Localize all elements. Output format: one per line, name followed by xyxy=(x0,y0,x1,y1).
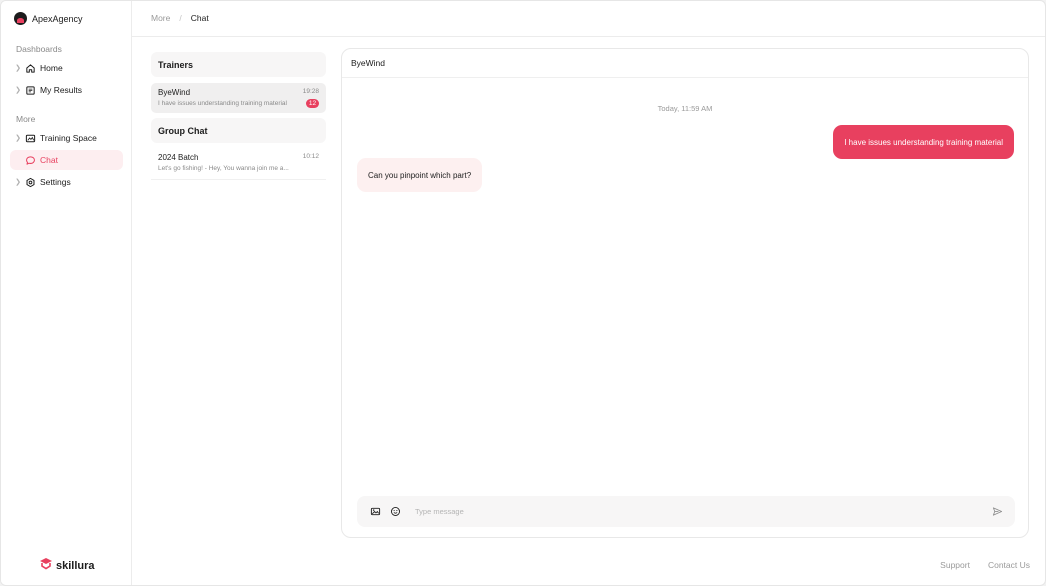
settings-icon xyxy=(24,176,36,188)
conversation-item[interactable]: ByeWind I have issues understanding trai… xyxy=(151,83,326,113)
sidebar-item-my-results[interactable]: ❯ My Results xyxy=(10,80,123,100)
message-incoming: Can you pinpoint which part? xyxy=(357,158,483,192)
divider xyxy=(151,179,326,180)
conversation-name: ByeWind xyxy=(158,88,191,97)
contact-us-link[interactable]: Contact Us xyxy=(988,560,1030,570)
conversation-item[interactable]: 2024 Batch Let's go fishing! - Hey, You … xyxy=(151,148,326,178)
app-window: ApexAgency Dashboards ❯ Home ❯ My Result… xyxy=(0,0,1046,586)
brand-logo-icon xyxy=(14,12,27,25)
sidebar-item-label: Training Space xyxy=(40,133,97,143)
chevron-right-icon: ❯ xyxy=(15,135,21,142)
results-icon xyxy=(24,84,36,96)
breadcrumb: More / Chat xyxy=(151,13,209,23)
chevron-right-icon: ❯ xyxy=(15,87,21,94)
sidebar-item-settings[interactable]: ❯ Settings xyxy=(10,172,123,192)
support-link[interactable]: Support xyxy=(940,560,970,570)
group-header-trainers: Trainers xyxy=(151,52,326,77)
unread-badge: 12 xyxy=(306,99,319,108)
group-header-group-chat: Group Chat xyxy=(151,118,326,143)
breadcrumb-current: Chat xyxy=(190,13,209,23)
brand[interactable]: ApexAgency xyxy=(14,12,83,25)
message-outgoing: I have issues understanding training mat… xyxy=(833,125,1014,159)
sidebar-item-chat[interactable]: ❯ Chat xyxy=(10,150,123,170)
skillura-logo-icon xyxy=(39,557,53,575)
emoji-icon[interactable] xyxy=(389,506,401,518)
sidebar-item-label: Home xyxy=(40,63,63,73)
sidebar-item-training-space[interactable]: ❯ Training Space xyxy=(10,128,123,148)
chat-panel: ByeWind Today, 11:59 AM I have issues un… xyxy=(341,48,1029,538)
chat-header: ByeWind xyxy=(342,49,1028,78)
conversation-preview: Let's go fishing! - Hey, You wanna join … xyxy=(158,165,289,172)
sidebar-item-home[interactable]: ❯ Home xyxy=(10,58,123,78)
breadcrumb-parent[interactable]: More xyxy=(151,13,170,23)
section-title-more: More xyxy=(16,114,36,124)
sidebar: ApexAgency Dashboards ❯ Home ❯ My Result… xyxy=(1,1,132,585)
image-icon[interactable] xyxy=(369,506,381,518)
sidebar-item-label: My Results xyxy=(40,85,83,95)
home-icon xyxy=(24,62,36,74)
section-title-dashboards: Dashboards xyxy=(16,44,62,54)
breadcrumb-separator: / xyxy=(179,13,182,23)
top-bar: More / Chat xyxy=(132,1,1045,37)
sidebar-item-label: Settings xyxy=(40,177,71,187)
footer-logo: skillura xyxy=(39,557,95,575)
chat-contact-name: ByeWind xyxy=(351,58,386,68)
message-composer xyxy=(357,496,1015,527)
message-input[interactable] xyxy=(415,507,991,516)
send-icon[interactable] xyxy=(991,506,1003,518)
training-icon xyxy=(24,132,36,144)
chat-icon xyxy=(24,154,36,166)
brand-name: ApexAgency xyxy=(32,13,83,24)
conversation-preview: I have issues understanding training mat… xyxy=(158,100,287,107)
conversation-time: 10:12 xyxy=(302,153,319,160)
conversation-time: 19:28 xyxy=(302,88,319,95)
sidebar-item-label: Chat xyxy=(40,155,58,165)
footer-logo-text: skillura xyxy=(56,560,95,572)
day-separator: Today, 11:59 AM xyxy=(657,104,713,113)
chevron-right-icon: ❯ xyxy=(12,156,24,164)
conversation-name: 2024 Batch xyxy=(158,153,199,162)
chevron-right-icon: ❯ xyxy=(15,65,21,72)
chevron-right-icon: ❯ xyxy=(15,179,21,186)
footer-links: Support Contact Us xyxy=(940,560,1030,570)
